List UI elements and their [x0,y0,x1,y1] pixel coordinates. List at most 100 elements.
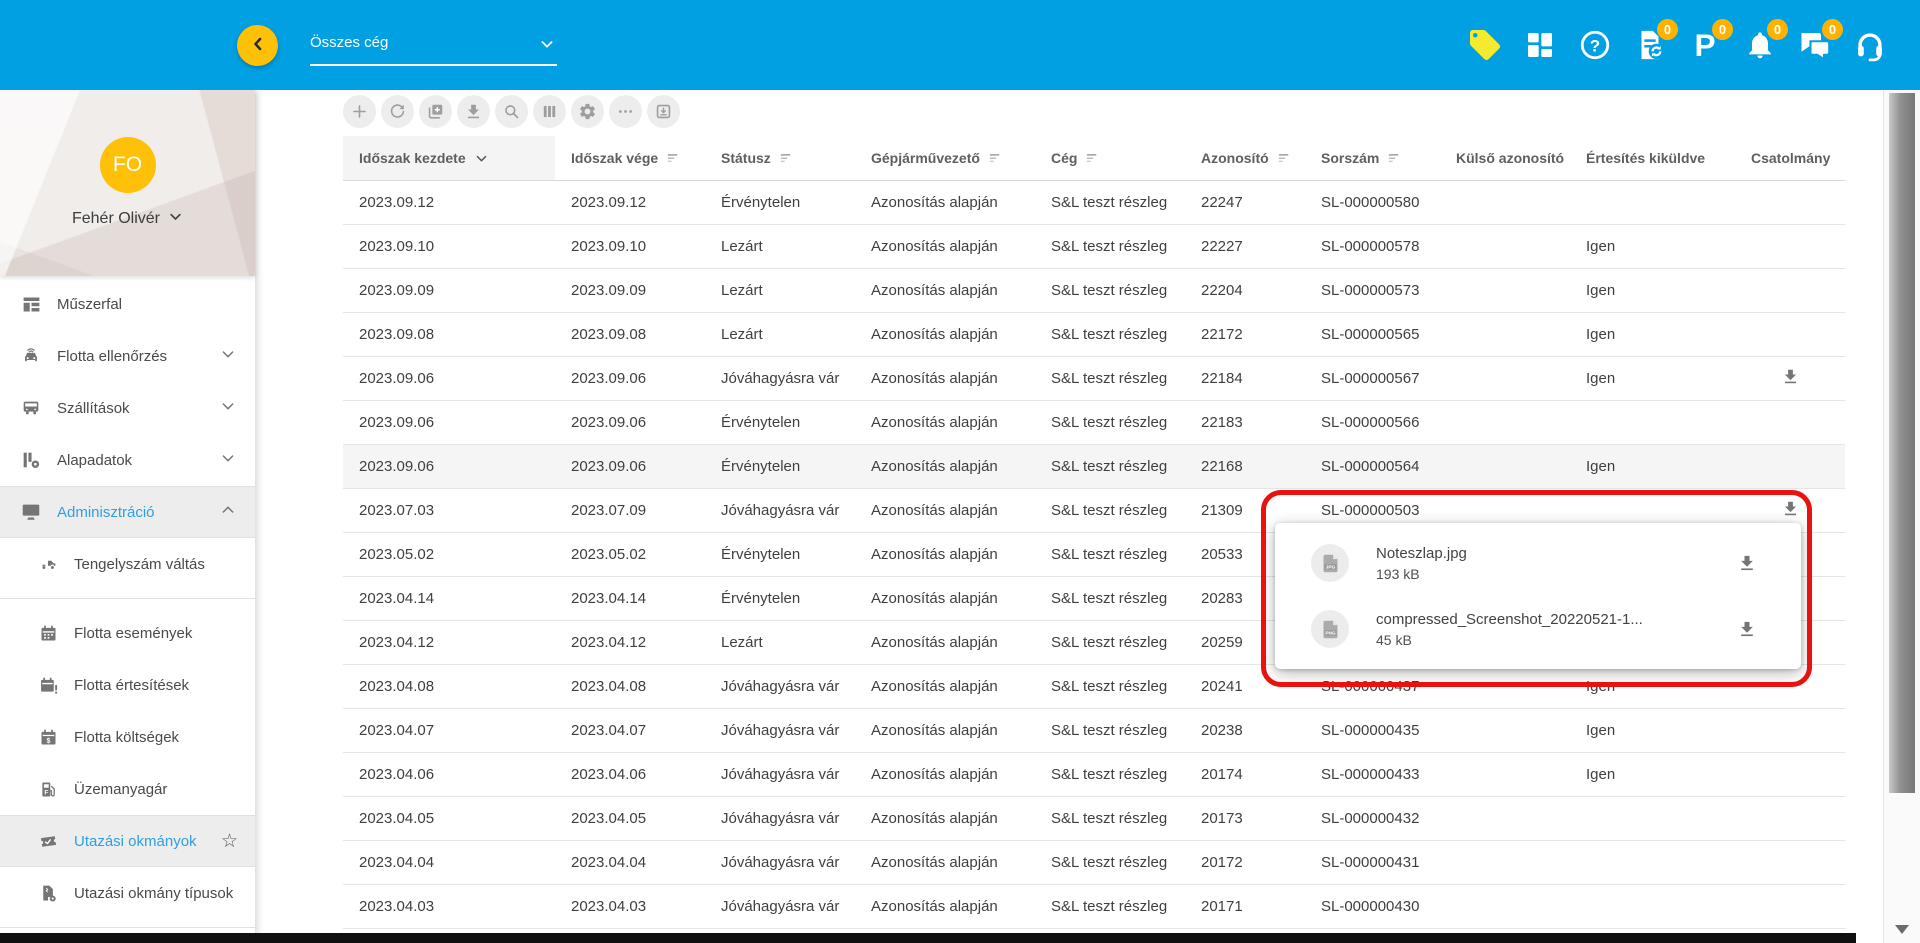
column-header-7[interactable]: Sorszám [1305,136,1440,180]
help-icon[interactable]: ? [1576,26,1614,64]
sidebar-item-utazasi-okmanyok[interactable]: Utazási okmányok ☆ [0,815,255,867]
status-cell: Jóváhagyásra vár [705,708,855,752]
period-end-cell: 2023.04.06 [555,752,705,796]
sidebar-item-szallitasok[interactable]: Szállítások [0,382,255,434]
attachment-cell[interactable] [1735,356,1845,400]
notified-cell [1570,884,1735,928]
driver-cell: Azonosítás alapján [855,312,1035,356]
period-end-cell: 2023.04.14 [555,576,705,620]
period-start-cell: 2023.09.10 [343,224,555,268]
table-row[interactable]: 2023.09.062023.09.06Jóváhagyásra várAzon… [343,356,1845,400]
table-row[interactable]: 2023.09.062023.09.06ÉrvénytelenAzonosítá… [343,444,1845,488]
sidebar-item-tengelyszam-valtas[interactable]: Tengelyszám váltás [0,538,255,590]
download-icon[interactable] [1737,619,1757,639]
notified-cell [1570,180,1735,224]
sidebar-item-muszerfal[interactable]: Műszerfal [0,278,255,330]
sidebar-item-flotta-esemenyek[interactable]: Flotta események [0,607,255,659]
table-row[interactable]: 2023.04.062023.04.06Jóváhagyásra várAzon… [343,752,1845,796]
scrollbar-thumb[interactable] [1889,93,1915,793]
attachment-item[interactable]: JPG Noteszlap.jpg 193 kB [1275,530,1801,596]
chevron-down-icon [220,450,236,470]
export-button[interactable] [647,95,680,128]
company-cell: S&L teszt részleg [1035,532,1185,576]
support-headset-icon[interactable] [1851,26,1889,64]
column-header-3[interactable]: Státusz [705,136,855,180]
table-row[interactable]: 2023.09.092023.09.09LezártAzonosítás ala… [343,268,1845,312]
external-id-cell [1440,400,1570,444]
avatar: FO [100,137,156,193]
settings-button[interactable] [571,95,604,128]
period-end-cell: 2023.09.12 [555,180,705,224]
attachment-cell [1735,708,1845,752]
add-button[interactable] [343,95,376,128]
sidebar-item-flotta-koltsegek[interactable]: $ Flotta költségek [0,711,255,763]
column-header-2[interactable]: Időszak vége [555,136,705,180]
star-icon[interactable]: ☆ [221,830,238,852]
status-cell: Jóváhagyásra vár [705,664,855,708]
download-icon[interactable] [1737,553,1757,573]
messages-icon[interactable]: 0 [1796,26,1834,64]
download-button[interactable] [457,95,490,128]
table-row[interactable]: 2023.09.102023.09.10LezártAzonosítás ala… [343,224,1845,268]
driver-cell: Azonosítás alapján [855,488,1035,532]
attachment-item[interactable]: PNG compressed_Screenshot_20220521-1... … [1275,596,1801,662]
period-start-cell: 2023.04.12 [343,620,555,664]
search-button[interactable] [495,95,528,128]
parking-icon[interactable]: P 0 [1686,26,1724,64]
columns-button[interactable] [533,95,566,128]
company-cell: S&L teszt részleg [1035,884,1185,928]
table-row[interactable]: 2023.09.062023.09.06ÉrvénytelenAzonosítá… [343,400,1845,444]
table-row[interactable]: 2023.04.032023.04.03Jóváhagyásra várAzon… [343,884,1845,928]
notifications-icon[interactable]: 0 [1741,26,1779,64]
vertical-scrollbar[interactable] [1883,90,1920,943]
driver-cell: Azonosítás alapján [855,796,1035,840]
user-card[interactable]: FO Fehér Olivér [0,90,255,276]
column-header-10: Csatolmány [1735,136,1845,180]
table-row[interactable]: 2023.04.072023.04.07Jóváhagyásra várAzon… [343,708,1845,752]
column-header-1[interactable]: Időszak kezdete [343,136,555,180]
sidebar-collapse-button[interactable] [237,25,278,66]
sidebar-item-flotta-ertesitesek[interactable]: Flotta értesítések [0,659,255,711]
table-row[interactable]: 2023.04.042023.04.04Jóváhagyásra várAzon… [343,840,1845,884]
sidebar-item-uzemanyagar[interactable]: F Üzemanyagár [0,763,255,815]
external-id-cell [1440,444,1570,488]
company-cell: S&L teszt részleg [1035,796,1185,840]
company-select[interactable]: Összes cég [310,34,557,66]
period-end-cell: 2023.04.04 [555,840,705,884]
notified-cell: Igen [1570,224,1735,268]
table-row[interactable]: 2023.04.052023.04.05Jóváhagyásra várAzon… [343,796,1845,840]
sidebar-item-alapadatok[interactable]: Alapadatok [0,434,255,486]
table-header-row: Időszak kezdeteIdőszak végeStátuszGépjár… [343,136,1845,180]
travel-documents-icon [36,831,60,852]
serial-cell: SL-000000431 [1305,840,1440,884]
apps-grid-icon[interactable] [1521,26,1559,64]
menu-divider [0,927,255,928]
status-cell: Jóváhagyásra vár [705,796,855,840]
column-header-5[interactable]: Cég [1035,136,1185,180]
refresh-button[interactable] [381,95,414,128]
document-sync-icon[interactable]: 0 [1631,26,1669,64]
sidebar-item-flotta-ellenorzes[interactable]: Flotta ellenőrzés [0,330,255,382]
file-name: Noteszlap.jpg [1376,545,1467,562]
scrollbar-down-arrow[interactable] [1895,925,1909,934]
calendar-icon [36,623,60,644]
driver-cell: Azonosítás alapján [855,444,1035,488]
serial-cell: SL-000000433 [1305,752,1440,796]
status-cell: Jóváhagyásra vár [705,840,855,884]
table-row[interactable]: 2023.09.082023.09.08LezártAzonosítás ala… [343,312,1845,356]
column-header-9: Értesítés kiküldve [1570,136,1735,180]
column-header-4[interactable]: Gépjárművezető [855,136,1035,180]
notified-cell: Igen [1570,268,1735,312]
column-header-6[interactable]: Azonosító [1185,136,1305,180]
table-row[interactable]: 2023.09.122023.09.12ÉrvénytelenAzonosítá… [343,180,1845,224]
sidebar-item-adminisztracio[interactable]: Adminisztráció [0,486,255,538]
driver-cell: Azonosítás alapján [855,884,1035,928]
more-button[interactable] [609,95,642,128]
duplicate-add-button[interactable] [419,95,452,128]
notifications-badge: 0 [1767,19,1788,40]
driver-cell: Azonosítás alapján [855,400,1035,444]
company-cell: S&L teszt részleg [1035,488,1185,532]
table-row[interactable]: 2023.04.082023.04.08Jóváhagyásra várAzon… [343,664,1845,708]
tag-icon[interactable] [1466,26,1504,64]
sidebar-item-utazasi-okmany-tipusok[interactable]: Utazási okmány típusok [0,867,255,919]
